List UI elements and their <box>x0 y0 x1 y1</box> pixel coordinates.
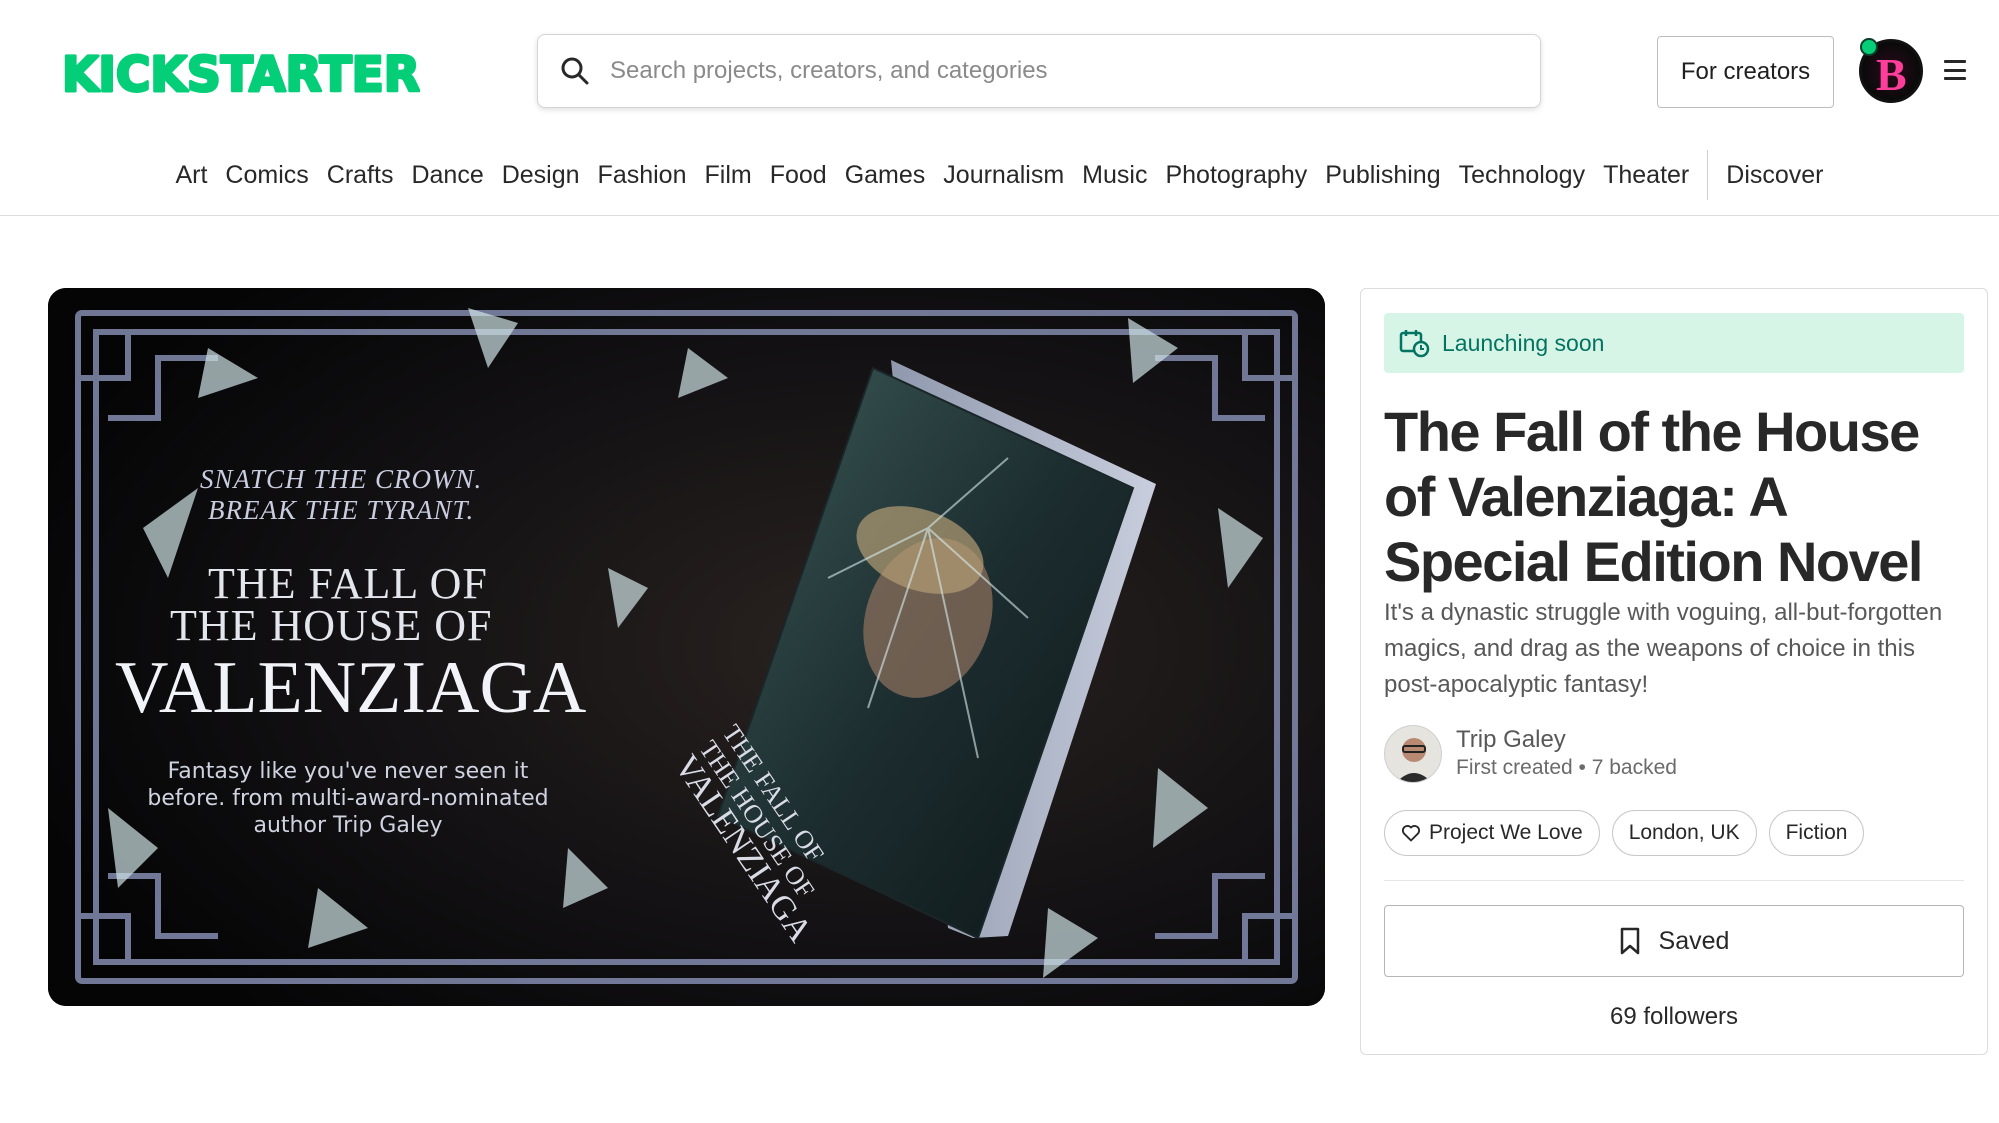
creator-meta: First created • 7 backed <box>1456 756 1677 779</box>
bookmark-icon <box>1619 926 1641 956</box>
project-description: It's a dynastic struggle with voguing, a… <box>1384 599 1943 698</box>
svg-text:KICKSTARTER: KICKSTARTER <box>62 48 420 98</box>
creator-avatar[interactable] <box>1384 725 1442 783</box>
hero-title-line-3: VALENZIAGA <box>115 647 587 729</box>
category-link-music[interactable]: Music <box>1073 161 1156 190</box>
site-header: KICKSTARTER For creators B Art Comics Cr… <box>0 0 1999 216</box>
launching-soon-banner: Launching soon <box>1384 313 1964 373</box>
category-link-publishing[interactable]: Publishing <box>1316 161 1449 190</box>
location-chip[interactable]: London, UK <box>1611 810 1757 856</box>
chip-label: Project We Love <box>1429 821 1583 844</box>
creator-info[interactable]: Trip Galey First created • 7 backed <box>1384 725 1677 783</box>
saved-label: Saved <box>1658 926 1730 955</box>
hero-title-line-2: THE HOUSE OF <box>170 601 493 650</box>
hero-blurb: Fantasy like you've never seen it before… <box>147 759 549 838</box>
hero-tagline-2: BREAK THE TYRANT. <box>208 495 475 525</box>
project-hero-image[interactable]: SNATCH THE CROWN. BREAK THE TYRANT. THE … <box>48 288 1325 1006</box>
card-divider <box>1384 880 1964 881</box>
status-text: Launching soon <box>1442 329 1605 356</box>
kickstarter-logo[interactable]: KICKSTARTER <box>62 48 420 98</box>
chip-label: London, UK <box>1628 821 1740 844</box>
project-tags: Project We Love London, UK Fiction <box>1384 810 1865 856</box>
kickstarter-logo-icon: KICKSTARTER <box>62 48 420 98</box>
project-title: The Fall of the House of Valenziaga: A S… <box>1384 400 1923 593</box>
category-link-crafts[interactable]: Crafts <box>318 161 403 190</box>
hero-tagline-1: SNATCH THE CROWN. <box>200 464 483 494</box>
category-link-technology[interactable]: Technology <box>1450 161 1594 190</box>
search-bar[interactable] <box>537 34 1541 108</box>
followers-count: 69 followers <box>1609 1003 1739 1030</box>
hamburger-menu-icon[interactable] <box>1944 58 1968 82</box>
category-link-games[interactable]: Games <box>836 161 935 190</box>
category-link-food[interactable]: Food <box>761 161 836 190</box>
for-creators-button[interactable]: For creators <box>1657 36 1834 108</box>
project-info-card: Launching soon The Fall of the House of … <box>1360 288 1988 1055</box>
search-icon <box>560 56 590 86</box>
category-link-photography[interactable]: Photography <box>1156 161 1316 190</box>
category-link-theater[interactable]: Theater <box>1594 161 1698 190</box>
heart-icon <box>1401 823 1421 843</box>
category-chip[interactable]: Fiction <box>1768 810 1865 856</box>
category-link-dance[interactable]: Dance <box>402 161 492 190</box>
avatar-letter: B <box>1876 49 1907 100</box>
category-link-design[interactable]: Design <box>493 161 589 190</box>
project-we-love-chip[interactable]: Project We Love <box>1384 810 1600 856</box>
creator-name[interactable]: Trip Galey <box>1456 726 1677 754</box>
category-nav: Art Comics Crafts Dance Design Fashion F… <box>0 150 1999 200</box>
chip-label: Fiction <box>1785 821 1848 844</box>
category-link-film[interactable]: Film <box>696 161 761 190</box>
saved-button[interactable]: Saved <box>1384 905 1964 977</box>
category-link-comics[interactable]: Comics <box>216 161 317 190</box>
discover-link[interactable]: Discover <box>1717 161 1832 190</box>
notification-dot <box>1860 38 1878 56</box>
search-input[interactable] <box>610 57 1490 85</box>
nav-divider <box>1707 150 1709 200</box>
calendar-clock-icon <box>1398 327 1430 359</box>
category-link-art[interactable]: Art <box>166 161 216 190</box>
category-link-journalism[interactable]: Journalism <box>934 161 1073 190</box>
category-link-fashion[interactable]: Fashion <box>589 161 696 190</box>
